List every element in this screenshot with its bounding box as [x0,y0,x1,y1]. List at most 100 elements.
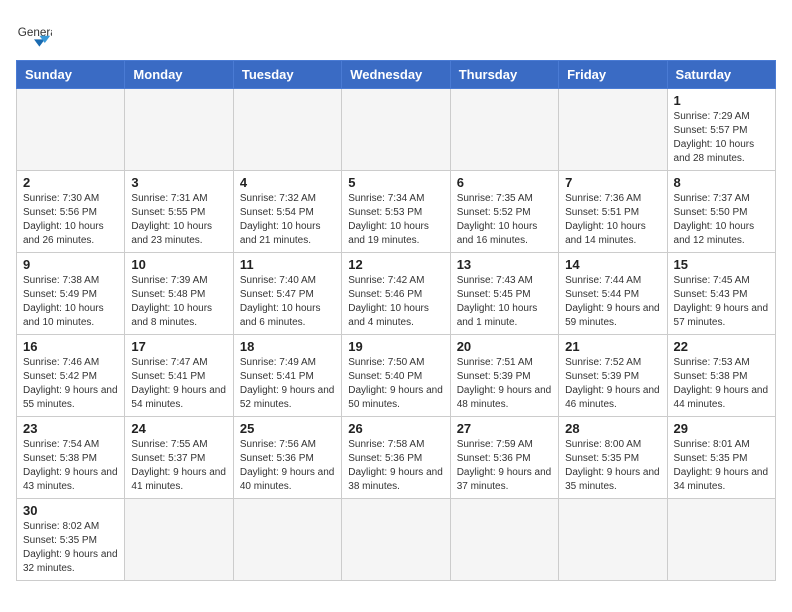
calendar-header-row: SundayMondayTuesdayWednesdayThursdayFrid… [17,61,776,89]
calendar-day-cell: 21 Sunrise: 7:52 AM Sunset: 5:39 PM Dayli… [559,335,667,417]
day-number: 9 [23,257,118,272]
day-number: 8 [674,175,769,190]
logo-icon: General [16,16,52,52]
day-info: Sunrise: 7:36 AM Sunset: 5:51 PM Dayligh… [565,192,660,248]
calendar-day-cell: 19 Sunrise: 7:50 AM Sunset: 5:40 PM Dayli… [342,335,450,417]
calendar-body: 1 Sunrise: 7:29 AM Sunset: 5:57 PM Daylig… [17,89,776,581]
day-of-week-header: Thursday [450,61,558,89]
calendar-day-cell [233,89,341,171]
calendar-day-cell [450,89,558,171]
day-number: 15 [674,257,769,272]
calendar-day-cell: 3Sunrise: 7:31 AM Sunset: 5:55 PM Daylig… [125,171,233,253]
day-number: 19 [348,339,443,354]
day-number: 26 [348,421,443,436]
day-info: Sunrise: 7:29 AM Sunset: 5:57 PM Dayligh… [674,110,769,166]
day-of-week-header: Sunday [17,61,125,89]
calendar-day-cell [125,499,233,581]
day-number: 24 [131,421,226,436]
calendar-day-cell: 5 Sunrise: 7:34 AM Sunset: 5:53 PM Daylig… [342,171,450,253]
calendar-day-cell: 23 Sunrise: 7:54 AM Sunset: 5:38 PM Dayli… [17,417,125,499]
day-number: 29 [674,421,769,436]
day-info: Sunrise: 7:44 AM Sunset: 5:44 PM Dayligh… [565,274,660,330]
day-info: Sunrise: 7:53 AM Sunset: 5:38 PM Dayligh… [674,356,769,412]
day-info: Sunrise: 7:59 AM Sunset: 5:36 PM Dayligh… [457,438,552,494]
day-number: 13 [457,257,552,272]
day-info: Sunrise: 7:30 AM Sunset: 5:56 PM Dayligh… [23,192,118,248]
calendar-week-row: 1 Sunrise: 7:29 AM Sunset: 5:57 PM Daylig… [17,89,776,171]
calendar-week-row: 16 Sunrise: 7:46 AM Sunset: 5:42 PM Dayli… [17,335,776,417]
day-of-week-header: Friday [559,61,667,89]
calendar-day-cell: 9 Sunrise: 7:38 AM Sunset: 5:49 PM Daylig… [17,253,125,335]
calendar-day-cell: 22 Sunrise: 7:53 AM Sunset: 5:38 PM Dayli… [667,335,775,417]
calendar-day-cell: 27Sunrise: 7:59 AM Sunset: 5:36 PM Dayli… [450,417,558,499]
day-of-week-header: Saturday [667,61,775,89]
day-info: Sunrise: 7:51 AM Sunset: 5:39 PM Dayligh… [457,356,552,412]
calendar-day-cell [450,499,558,581]
calendar-day-cell: 7 Sunrise: 7:36 AM Sunset: 5:51 PM Daylig… [559,171,667,253]
logo: General [16,16,56,52]
day-info: Sunrise: 7:38 AM Sunset: 5:49 PM Dayligh… [23,274,118,330]
day-info: Sunrise: 7:54 AM Sunset: 5:38 PM Dayligh… [23,438,118,494]
day-number: 17 [131,339,226,354]
calendar-day-cell: 25Sunrise: 7:56 AM Sunset: 5:36 PM Dayli… [233,417,341,499]
calendar-day-cell [233,499,341,581]
calendar-day-cell: 15 Sunrise: 7:45 AM Sunset: 5:43 PM Dayli… [667,253,775,335]
day-number: 6 [457,175,552,190]
day-number: 30 [23,503,118,518]
calendar-day-cell [667,499,775,581]
day-info: Sunrise: 7:34 AM Sunset: 5:53 PM Dayligh… [348,192,443,248]
day-info: Sunrise: 7:45 AM Sunset: 5:43 PM Dayligh… [674,274,769,330]
calendar-day-cell: 24 Sunrise: 7:55 AM Sunset: 5:37 PM Dayli… [125,417,233,499]
day-info: Sunrise: 7:37 AM Sunset: 5:50 PM Dayligh… [674,192,769,248]
day-number: 16 [23,339,118,354]
day-number: 22 [674,339,769,354]
day-info: Sunrise: 7:39 AM Sunset: 5:48 PM Dayligh… [131,274,226,330]
day-number: 18 [240,339,335,354]
calendar-week-row: 30 Sunrise: 8:02 AM Sunset: 5:35 PM Dayli… [17,499,776,581]
day-info: Sunrise: 7:35 AM Sunset: 5:52 PM Dayligh… [457,192,552,248]
calendar-week-row: 9 Sunrise: 7:38 AM Sunset: 5:49 PM Daylig… [17,253,776,335]
calendar-day-cell: 8 Sunrise: 7:37 AM Sunset: 5:50 PM Daylig… [667,171,775,253]
calendar-day-cell: 30 Sunrise: 8:02 AM Sunset: 5:35 PM Dayli… [17,499,125,581]
calendar-day-cell [125,89,233,171]
day-info: Sunrise: 7:50 AM Sunset: 5:40 PM Dayligh… [348,356,443,412]
calendar-day-cell: 18 Sunrise: 7:49 AM Sunset: 5:41 PM Dayli… [233,335,341,417]
calendar-table: SundayMondayTuesdayWednesdayThursdayFrid… [16,60,776,581]
day-info: Sunrise: 8:01 AM Sunset: 5:35 PM Dayligh… [674,438,769,494]
calendar-day-cell: 11Sunrise: 7:40 AM Sunset: 5:47 PM Dayli… [233,253,341,335]
calendar-day-cell [559,499,667,581]
day-info: Sunrise: 7:55 AM Sunset: 5:37 PM Dayligh… [131,438,226,494]
calendar-day-cell: 28Sunrise: 8:00 AM Sunset: 5:35 PM Dayli… [559,417,667,499]
day-info: Sunrise: 7:46 AM Sunset: 5:42 PM Dayligh… [23,356,118,412]
day-info: Sunrise: 7:40 AM Sunset: 5:47 PM Dayligh… [240,274,335,330]
day-number: 21 [565,339,660,354]
day-info: Sunrise: 7:58 AM Sunset: 5:36 PM Dayligh… [348,438,443,494]
day-number: 4 [240,175,335,190]
calendar-day-cell [17,89,125,171]
day-number: 23 [23,421,118,436]
calendar-week-row: 2 Sunrise: 7:30 AM Sunset: 5:56 PM Daylig… [17,171,776,253]
calendar-day-cell: 4Sunrise: 7:32 AM Sunset: 5:54 PM Daylig… [233,171,341,253]
calendar-day-cell: 20 Sunrise: 7:51 AM Sunset: 5:39 PM Dayli… [450,335,558,417]
day-number: 5 [348,175,443,190]
day-info: Sunrise: 7:47 AM Sunset: 5:41 PM Dayligh… [131,356,226,412]
day-info: Sunrise: 7:49 AM Sunset: 5:41 PM Dayligh… [240,356,335,412]
calendar-day-cell: 1 Sunrise: 7:29 AM Sunset: 5:57 PM Daylig… [667,89,775,171]
day-number: 2 [23,175,118,190]
day-info: Sunrise: 8:02 AM Sunset: 5:35 PM Dayligh… [23,520,118,576]
calendar-day-cell: 17 Sunrise: 7:47 AM Sunset: 5:41 PM Dayli… [125,335,233,417]
day-number: 28 [565,421,660,436]
calendar-day-cell [342,89,450,171]
day-number: 12 [348,257,443,272]
day-info: Sunrise: 7:52 AM Sunset: 5:39 PM Dayligh… [565,356,660,412]
day-number: 1 [674,93,769,108]
day-number: 14 [565,257,660,272]
day-of-week-header: Tuesday [233,61,341,89]
page-header: General [16,16,776,52]
day-of-week-header: Monday [125,61,233,89]
day-of-week-header: Wednesday [342,61,450,89]
day-number: 7 [565,175,660,190]
day-number: 20 [457,339,552,354]
calendar-day-cell: 14 Sunrise: 7:44 AM Sunset: 5:44 PM Dayli… [559,253,667,335]
calendar-day-cell: 29 Sunrise: 8:01 AM Sunset: 5:35 PM Dayli… [667,417,775,499]
